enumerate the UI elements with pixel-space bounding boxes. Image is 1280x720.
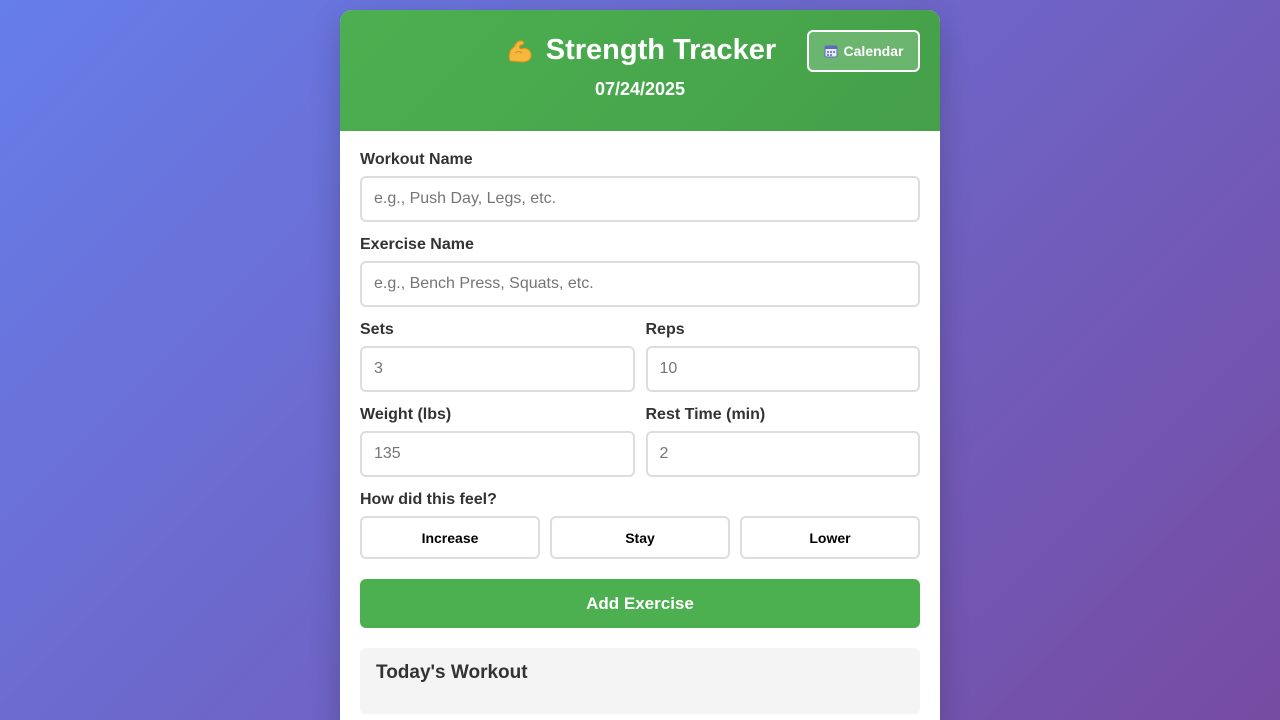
feel-label: How did this feel? bbox=[360, 491, 497, 508]
weight-input[interactable] bbox=[360, 431, 635, 477]
exercise-name-label: Exercise Name bbox=[360, 236, 474, 253]
rest-field: Rest Time (min) bbox=[645, 406, 920, 477]
sets-field: Sets bbox=[360, 321, 635, 392]
tracker-card: Strength Tracker 07/24/2025 Calendar Wor… bbox=[340, 10, 940, 720]
feel-increase-button[interactable]: Increase bbox=[360, 516, 540, 559]
reps-field: Reps bbox=[645, 321, 920, 392]
workout-name-field: Workout Name bbox=[360, 151, 920, 222]
weight-field: Weight (lbs) bbox=[360, 406, 635, 477]
feel-lower-button[interactable]: Lower bbox=[740, 516, 920, 559]
form-body: Workout Name Exercise Name Sets Reps Wei… bbox=[340, 131, 940, 714]
exercise-name-input[interactable] bbox=[360, 261, 920, 307]
rest-time-label: Rest Time (min) bbox=[645, 406, 766, 423]
sets-reps-row: Sets Reps bbox=[360, 321, 920, 406]
workout-name-label: Workout Name bbox=[360, 151, 473, 168]
calendar-button-label: Calendar bbox=[843, 43, 904, 59]
todays-workout-title: Today's Workout bbox=[376, 662, 528, 683]
reps-input[interactable] bbox=[645, 346, 920, 392]
sets-label: Sets bbox=[360, 321, 394, 338]
feel-stay-button[interactable]: Stay bbox=[550, 516, 730, 559]
weight-label: Weight (lbs) bbox=[360, 406, 452, 423]
feel-options: Increase Stay Lower bbox=[360, 516, 920, 559]
workout-name-input[interactable] bbox=[360, 176, 920, 222]
feel-field: How did this feel? Increase Stay Lower bbox=[360, 491, 920, 559]
flexed-biceps-icon bbox=[504, 35, 536, 67]
add-exercise-button[interactable]: Add Exercise bbox=[360, 579, 920, 628]
reps-label: Reps bbox=[645, 321, 685, 338]
rest-time-input[interactable] bbox=[645, 431, 920, 477]
sets-input[interactable] bbox=[360, 346, 635, 392]
current-date: 07/24/2025 bbox=[594, 79, 686, 99]
weight-rest-row: Weight (lbs) Rest Time (min) bbox=[360, 406, 920, 491]
app-title: Strength Tracker bbox=[545, 34, 777, 66]
header: Strength Tracker 07/24/2025 Calendar bbox=[340, 10, 940, 131]
exercise-name-field: Exercise Name bbox=[360, 236, 920, 307]
todays-workout-panel: Today's Workout bbox=[360, 648, 920, 714]
calendar-button[interactable]: Calendar bbox=[807, 30, 920, 72]
calendar-icon bbox=[824, 44, 838, 58]
